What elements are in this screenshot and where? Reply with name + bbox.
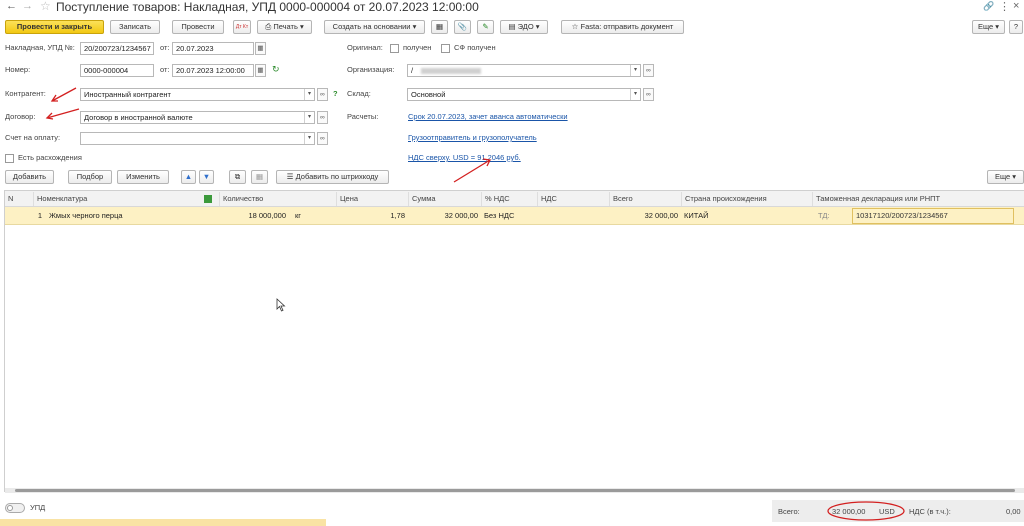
annotation-arrow-counterparty: [50, 87, 77, 102]
annotation-circle-total: [827, 501, 905, 521]
annotation-arrow-contract: [45, 108, 80, 120]
annotation-overlay: [45, 87, 905, 521]
annotation-arrow-vat: [453, 158, 491, 183]
